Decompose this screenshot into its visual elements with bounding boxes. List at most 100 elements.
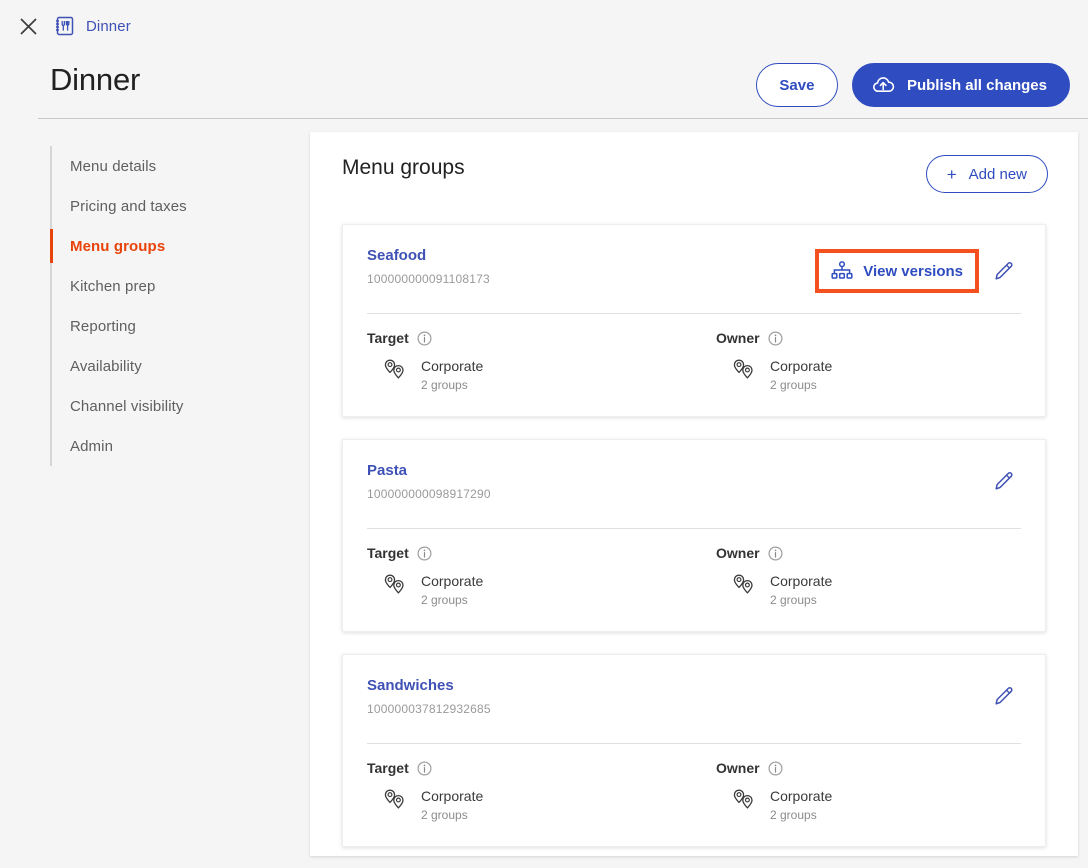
- menu-group-card: Seafood 100000000091108173 View versions Ta…: [342, 224, 1046, 418]
- edit-button[interactable]: [987, 254, 1021, 288]
- owner-label: Owner: [716, 330, 760, 346]
- info-icon[interactable]: [417, 761, 432, 776]
- location-pins-icon: [732, 573, 758, 597]
- view-versions-label: View versions: [863, 262, 963, 280]
- location-pins-icon: [383, 358, 409, 382]
- target-value: Corporate 2 groups: [367, 788, 694, 822]
- edit-button[interactable]: [987, 464, 1021, 498]
- menu-group-name[interactable]: Sandwiches: [367, 677, 454, 694]
- location-pins-icon: [383, 573, 409, 597]
- menu-group-card: Sandwiches 100000037812932685 Target Corpor…: [342, 654, 1046, 848]
- menu-book-icon: [54, 15, 76, 37]
- owner-count: 2 groups: [770, 808, 817, 823]
- info-icon[interactable]: [768, 761, 783, 776]
- breadcrumb-label: Dinner: [86, 17, 131, 35]
- target-label: Target: [367, 760, 409, 777]
- sidebar-item-menu-details[interactable]: Menu details: [52, 146, 270, 186]
- menu-group-card: Pasta 100000000098917290 Target Corporate 2 …: [342, 439, 1046, 633]
- target-name: Corporate: [421, 788, 484, 805]
- location-pins-icon: [732, 788, 758, 812]
- card-divider: [367, 528, 1021, 530]
- save-button[interactable]: Save: [755, 63, 838, 107]
- sidebar-item-pricing-and-taxes[interactable]: Pricing and taxes: [52, 186, 270, 226]
- page-title: Dinner: [50, 62, 141, 97]
- menu-groups-list: Seafood 100000000091108173 View versions Ta…: [310, 224, 1078, 848]
- menu-group-name[interactable]: Seafood: [367, 247, 426, 264]
- header-actions: Save Publish all changes: [755, 63, 1070, 107]
- target-value: Corporate 2 groups: [367, 358, 694, 392]
- card-meta: Target Corporate 2 groups Owner Corporate 2 g…: [367, 545, 1021, 607]
- target-column: Target Corporate 2 groups: [367, 760, 694, 822]
- target-value: Corporate 2 groups: [367, 573, 694, 607]
- sidebar-item-availability[interactable]: Availability: [52, 346, 270, 386]
- target-count: 2 groups: [421, 593, 468, 608]
- card-header: Seafood 100000000091108173 View versions: [367, 247, 1021, 299]
- edit-button[interactable]: [987, 679, 1021, 713]
- info-icon[interactable]: [417, 330, 432, 346]
- owner-label-row: Owner: [716, 330, 1021, 346]
- card-actions: [987, 679, 1021, 713]
- header-divider: [38, 118, 1088, 119]
- publish-all-changes-label: Publish all changes: [906, 76, 1047, 94]
- owner-name: Corporate: [770, 358, 833, 374]
- target-column: Target Corporate 2 groups: [367, 545, 694, 607]
- target-count: 2 groups: [421, 378, 468, 393]
- add-new-label: Add new: [968, 165, 1027, 183]
- target-label-row: Target: [367, 545, 694, 561]
- location-pins-icon: [732, 358, 758, 382]
- card-actions: [987, 464, 1021, 498]
- view-versions-button[interactable]: View versions: [815, 249, 979, 293]
- owner-count: 2 groups: [770, 593, 817, 608]
- owner-label-row: Owner: [716, 760, 1021, 776]
- owner-count: 2 groups: [770, 378, 817, 393]
- card-divider: [367, 313, 1021, 314]
- owner-value: Corporate 2 groups: [716, 358, 1021, 392]
- cloud-upload-icon: [871, 75, 896, 96]
- owner-name: Corporate: [770, 573, 833, 590]
- menu-group-id: 100000037812932685: [367, 702, 491, 717]
- owner-column: Owner Corporate 2 groups: [694, 545, 1021, 607]
- sidebar-item-reporting[interactable]: Reporting: [52, 306, 270, 346]
- main-panel: Menu groups + Add new Seafood 10000000009…: [310, 132, 1078, 856]
- plus-icon: +: [946, 164, 957, 184]
- info-icon[interactable]: [417, 546, 432, 561]
- target-name: Corporate: [421, 358, 484, 374]
- sidebar-item-menu-groups[interactable]: Menu groups: [50, 226, 270, 266]
- owner-value: Corporate 2 groups: [716, 788, 1021, 822]
- menu-group-name[interactable]: Pasta: [367, 462, 407, 479]
- breadcrumb[interactable]: Dinner: [54, 15, 131, 37]
- app-root: Dinner Dinner Save Publish all changes M…: [0, 0, 1088, 868]
- owner-label: Owner: [716, 545, 760, 562]
- sidebar-item-channel-visibility[interactable]: Channel visibility: [52, 386, 270, 426]
- card-divider: [367, 743, 1021, 745]
- owner-label-row: Owner: [716, 545, 1021, 561]
- menu-group-id: 100000000098917290: [367, 487, 491, 502]
- target-label: Target: [367, 330, 409, 346]
- add-new-button[interactable]: + Add new: [925, 155, 1048, 193]
- sidebar-nav: Menu details Pricing and taxes Menu groups…: [50, 146, 270, 466]
- pencil-icon: [992, 684, 1016, 708]
- close-icon: [18, 16, 39, 37]
- target-label: Target: [367, 545, 409, 562]
- owner-label: Owner: [716, 760, 760, 777]
- sidebar-item-admin[interactable]: Admin: [52, 426, 270, 466]
- close-button[interactable]: [10, 8, 46, 44]
- target-count: 2 groups: [421, 808, 468, 823]
- target-label-row: Target: [367, 330, 694, 346]
- card-meta: Target Corporate 2 groups Owner Corporate 2 g…: [367, 760, 1021, 822]
- location-pins-icon: [383, 788, 409, 812]
- card-actions: View versions: [815, 249, 1021, 293]
- target-label-row: Target: [367, 760, 694, 776]
- pencil-icon: [992, 259, 1016, 283]
- publish-all-changes-button[interactable]: Publish all changes: [851, 63, 1070, 107]
- info-icon[interactable]: [768, 546, 783, 561]
- hierarchy-icon: [831, 261, 853, 281]
- pencil-icon: [992, 469, 1016, 493]
- card-header: Sandwiches 100000037812932685: [367, 677, 1021, 729]
- card-header: Pasta 100000000098917290: [367, 462, 1021, 514]
- info-icon[interactable]: [768, 330, 783, 346]
- card-meta: Target Corporate 2 groups Owner Corporate 2 g…: [367, 330, 1021, 392]
- target-column: Target Corporate 2 groups: [367, 330, 694, 392]
- sidebar-item-kitchen-prep[interactable]: Kitchen prep: [52, 266, 270, 306]
- owner-value: Corporate 2 groups: [716, 573, 1021, 607]
